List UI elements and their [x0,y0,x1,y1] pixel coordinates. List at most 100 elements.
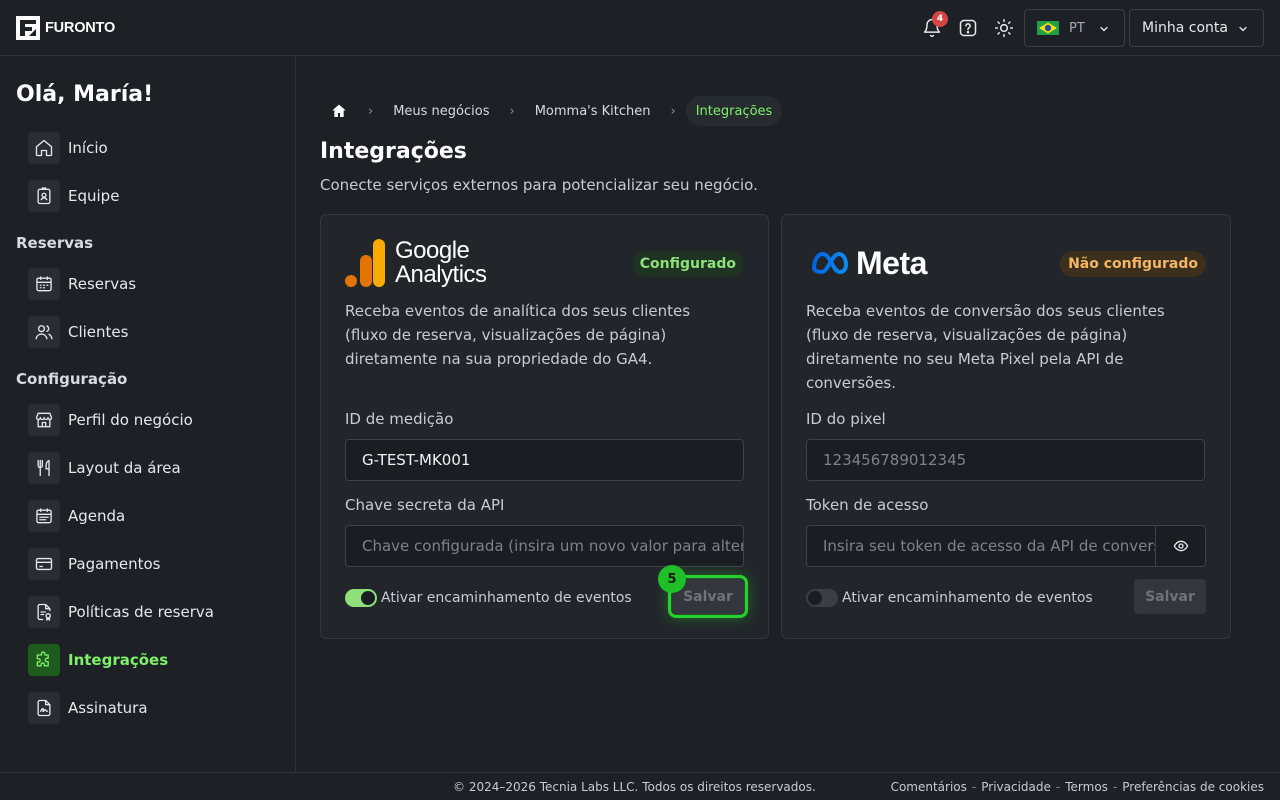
google-analytics-logo: Google Analytics [345,239,487,287]
theme-toggle-button[interactable] [992,16,1016,40]
sidebar-item-pagamentos[interactable]: Pagamentos [28,548,161,580]
furonto-logo-icon [16,16,40,40]
users-icon [28,316,60,348]
breadcrumb-item-meus-negocios[interactable]: Meus negócios [383,96,499,126]
brazil-flag-icon [1037,21,1059,35]
home-icon [332,104,346,117]
logo-text-meta: Meta [856,244,927,281]
section-title-configuracao: Configuração [16,370,128,388]
event-forwarding-toggle-row[interactable]: Ativar encaminhamento de eventos [345,588,632,608]
footer-link-terms[interactable]: Termos [1065,780,1108,794]
greeting: Olá, María! [16,82,154,107]
event-forwarding-label: Ativar encaminhamento de eventos [842,590,1093,606]
credit-card-icon [28,548,60,580]
access-token-label: Token de acesso [806,496,929,514]
sidebar-item-reservas[interactable]: Reservas [28,268,136,300]
app-name: FURONTO [45,20,116,36]
card-description: Receba eventos de analítica dos seus cli… [345,302,691,368]
schedule-icon [28,500,60,532]
event-forwarding-label: Ativar encaminhamento de eventos [381,590,632,606]
card-description: Receba eventos de conversão dos seus cli… [806,302,1165,392]
signature-icon [28,692,60,724]
chevron-down-icon [1100,26,1108,32]
policy-document-icon [28,596,60,628]
account-label: Minha conta [1142,20,1228,36]
event-forwarding-toggle[interactable] [345,589,377,607]
measurement-id-label: ID de medição [345,410,454,428]
footer-link-cookies[interactable]: Preferências de cookies [1122,780,1264,794]
sidebar-item-label: Reservas [68,275,137,293]
event-forwarding-toggle[interactable] [806,589,838,607]
event-forwarding-toggle-row[interactable]: Ativar encaminhamento de eventos [806,588,1093,608]
page-subtitle: Conecte serviços externos para potencial… [320,176,758,194]
copyright-text: © 2024–2026 Tecnia Labs LLC. Todos os di… [453,780,816,794]
access-token-input[interactable]: Insira seu token de acesso da API de con… [806,525,1156,567]
breadcrumb: › Meus negócios › Momma's Kitchen › Inte… [320,96,783,126]
api-secret-input[interactable]: Chave configurada (insira um novo valor … [345,525,744,567]
sidebar-item-perfil[interactable]: Perfil do negócio [28,404,193,436]
eye-icon [1173,540,1188,552]
measurement-id-input[interactable]: G-TEST-MK001 [345,439,744,481]
sidebar-item-politicas[interactable]: Políticas de reserva [28,596,214,628]
page-title: Integrações [320,139,467,164]
footer: © 2024–2026 Tecnia Labs LLC. Todos os di… [0,772,1280,800]
footer-links: Comentários - Privacidade - Termos - Pre… [891,780,1264,794]
help-button[interactable] [956,16,980,40]
notification-count-badge: 4 [932,11,948,27]
sidebar-item-assinatura[interactable]: Assinatura [28,692,148,724]
top-bar: FURONTO 4 PT Minha conta [0,0,1280,56]
meta-logo: Meta [810,244,927,281]
sidebar-item-layout[interactable]: Layout da área [28,452,181,484]
language-code: PT [1069,20,1085,36]
sidebar-item-integracoes[interactable]: Integrações [28,644,168,676]
account-menu-button[interactable]: Minha conta [1129,9,1264,47]
sidebar-item-inicio[interactable]: Início [28,132,108,164]
footer-separator: - [1112,780,1118,794]
footer-link-privacy[interactable]: Privacidade [981,780,1051,794]
sidebar: Olá, María! Início Equipe Reservas Reser… [0,56,296,772]
pixel-id-label: ID do pixel [806,410,886,428]
sidebar-item-label: Equipe [68,187,120,205]
analytics-bars-icon [345,239,385,287]
sidebar-item-label: Agenda [68,507,126,525]
breadcrumb-item-current: Integrações [685,96,783,126]
sidebar-item-label: Clientes [68,323,129,341]
status-badge: Configurado [631,251,744,277]
breadcrumb-home[interactable] [320,96,358,126]
id-badge-icon [28,180,60,212]
language-selector[interactable]: PT [1024,9,1125,47]
toggle-knob [808,591,822,605]
footer-separator: - [971,780,977,794]
step-marker: 5 [658,565,686,593]
sidebar-item-label: Início [68,139,108,157]
footer-link-feedback[interactable]: Comentários [891,780,967,794]
sidebar-item-label: Políticas de reserva [68,603,214,621]
puzzle-icon [28,644,60,676]
breadcrumb-item-business[interactable]: Momma's Kitchen [525,96,661,126]
meta-card: Meta Não configurado Receba eventos de c… [781,214,1231,639]
status-badge: Não configurado [1060,251,1206,277]
sun-icon [994,18,1014,38]
sidebar-item-label: Assinatura [68,699,148,717]
sidebar-item-clientes[interactable]: Clientes [28,316,128,348]
home-icon [28,132,60,164]
sidebar-item-label: Layout da área [68,459,181,477]
sidebar-item-label: Integrações [68,651,169,669]
help-icon [959,19,977,37]
footer-separator: - [1055,780,1061,794]
pixel-id-input[interactable]: 123456789012345 [806,439,1205,481]
section-title-reservas: Reservas [16,234,94,252]
google-analytics-card: Google Analytics Configurado Receba even… [320,214,769,639]
sidebar-item-agenda[interactable]: Agenda [28,500,125,532]
save-button[interactable]: Salvar [1134,579,1206,614]
api-secret-label: Chave secreta da API [345,496,505,514]
breadcrumb-separator-icon: › [368,103,374,119]
meta-infinity-icon [812,252,848,274]
show-token-button[interactable] [1156,525,1206,567]
toggle-knob [361,591,375,605]
logo-text-google: Google [395,237,470,264]
logo-text-analytics: Analytics [395,261,487,288]
sidebar-item-equipe[interactable]: Equipe [28,180,119,212]
app-logo[interactable]: FURONTO [16,16,115,40]
calendar-icon [28,268,60,300]
